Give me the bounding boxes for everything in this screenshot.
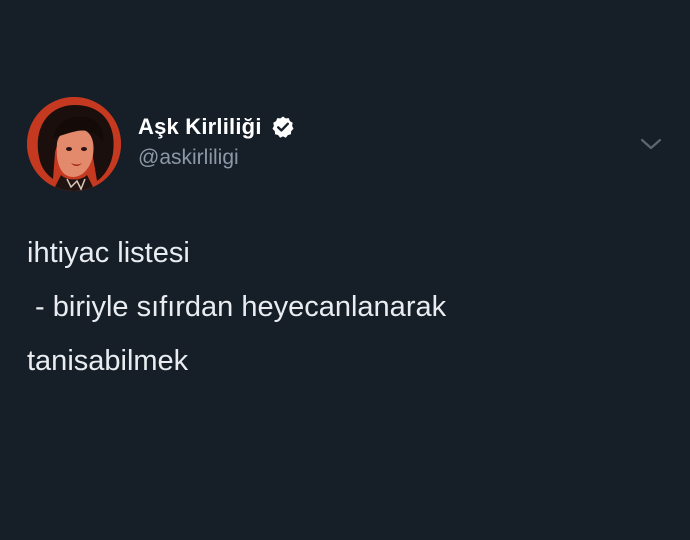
tweet-text-line: - biriyle sıfırdan heyecanlanarak	[27, 291, 447, 323]
avatar[interactable]	[27, 97, 121, 191]
avatar-image	[27, 97, 121, 191]
tweet-text-line: tanisabilmek	[27, 345, 189, 377]
author-handle[interactable]: @askirliligi	[138, 146, 239, 170]
tweet-card: Aşk Kirliliği @askirliligi ihtiyac liste…	[0, 0, 690, 540]
chevron-down-icon[interactable]	[638, 134, 664, 154]
author-name-row: Aşk Kirliliği	[138, 112, 295, 142]
tweet-text-line: ihtiyac listesi	[27, 237, 190, 269]
tweet-text: ihtiyac listesi - biriyle sıfırdan heyec…	[27, 226, 667, 388]
verified-badge-icon	[271, 115, 295, 139]
author-display-name[interactable]: Aşk Kirliliği	[138, 114, 262, 140]
